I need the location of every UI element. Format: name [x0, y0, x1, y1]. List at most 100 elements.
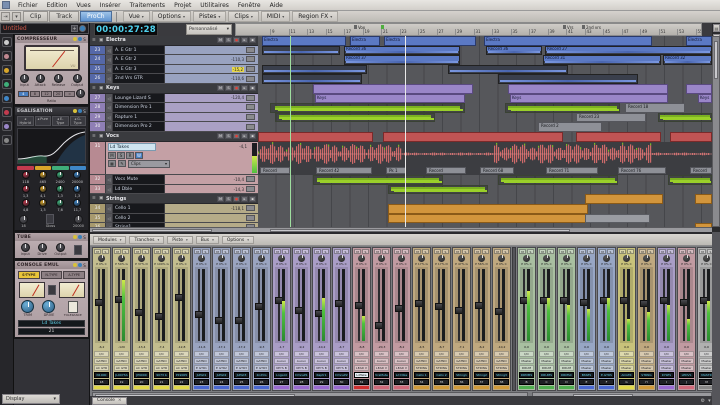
clip-record-2[interactable]: Record 2 — [538, 122, 602, 132]
channel-strip-26[interactable]: MS P 0% C -9,3 I/O GATNO E GTR3 2ndVG 26 — [252, 247, 271, 391]
menu-item-traitements[interactable]: Traitements — [126, 1, 169, 10]
io-button[interactable]: I/O — [619, 351, 634, 357]
clip[interactable] — [275, 112, 435, 123]
timeline-marker[interactable]: Vox — [354, 24, 365, 30]
scrollbar-thumb[interactable] — [714, 41, 718, 79]
fx-button[interactable] — [246, 94, 255, 101]
output-slot[interactable]: AC GTR — [114, 365, 129, 371]
folder-row-electra[interactable]: ≡ ▣ Electra M S ● ▸ ▪ — [90, 36, 258, 46]
io-button[interactable]: I/O — [699, 351, 712, 357]
mute-button[interactable]: M — [639, 249, 646, 254]
mute-button[interactable]: M — [354, 249, 361, 254]
insert-slot[interactable]: Aucun — [294, 358, 309, 364]
clip[interactable] — [695, 194, 712, 204]
insert-slot[interactable]: Aucun — [374, 358, 389, 364]
clip-keys[interactable]: Keys — [510, 93, 668, 104]
fader[interactable] — [455, 267, 468, 343]
insert-slot[interactable]: GATNO — [154, 358, 169, 364]
folder-row-vocs[interactable]: ≡ ▣ Vocs M S ● ▸ ▪ — [90, 131, 258, 142]
fader[interactable] — [235, 267, 248, 343]
compressor-knob-output[interactable]: Output — [71, 74, 83, 87]
solo-button[interactable]: S — [225, 195, 232, 202]
archive-button[interactable]: ▸ — [241, 85, 248, 92]
io-button[interactable]: I/O — [539, 351, 554, 357]
track-row-32[interactable]: 32 ◁ Vocs Mute -10,4 — [90, 175, 258, 185]
bus-strip-C[interactable]: MS P 0% C 0,0 I/O Master DRUM DRUMS C — [537, 247, 556, 391]
clip[interactable] — [508, 84, 668, 94]
pan-knob[interactable] — [358, 255, 365, 262]
fader[interactable] — [560, 267, 573, 343]
insert-slot[interactable]: Aucun — [354, 358, 369, 364]
mute-button[interactable]: M — [394, 249, 401, 254]
mute-button[interactable]: M — [174, 249, 181, 254]
bus-strip-D[interactable]: MS P 0% C 0,0 I/O Master DRUM DRMSC D — [557, 247, 576, 391]
clip-electra[interactable]: Electra — [262, 36, 346, 46]
io-button[interactable]: I/O — [234, 351, 249, 357]
io-button[interactable]: I/O — [254, 351, 269, 357]
bus-strip-I[interactable]: MSP 0% C 0,0 I/O Master Master KYSES I — [657, 247, 676, 391]
insert-slot[interactable]: GATNO — [194, 358, 209, 364]
insert-slot[interactable]: Master — [539, 358, 554, 364]
eq-icon[interactable] — [1, 51, 12, 61]
eq-freq-knob-hmf[interactable]: 2400 — [52, 171, 69, 184]
output-slot[interactable]: KEYS B — [294, 365, 309, 371]
solo-button[interactable]: S — [647, 249, 654, 254]
gloss-switch[interactable]: Gloss — [46, 214, 55, 228]
clip[interactable] — [498, 74, 638, 84]
track-row-24[interactable]: 24 ◁ A. E Gtr 2 -110,3 — [90, 55, 258, 65]
eq-q-knob-lmf[interactable]: 4,1 — [34, 185, 51, 198]
clip[interactable] — [498, 175, 618, 185]
io-button[interactable]: I/O — [274, 351, 289, 357]
display-selector[interactable]: Display ▾ — [2, 394, 60, 404]
bus-strip-J[interactable]: MSP 0% C 0,0 I/O Master Master LEDVS J — [677, 247, 696, 391]
fader[interactable] — [520, 267, 533, 343]
io-button[interactable]: I/O — [659, 351, 674, 357]
fader[interactable] — [700, 267, 712, 343]
io-button[interactable]: I/O — [194, 351, 209, 357]
io-button[interactable]: I/O — [214, 351, 229, 357]
fx-button[interactable] — [246, 214, 255, 221]
freeze-button[interactable]: ▪ — [249, 37, 256, 44]
pan-knob[interactable] — [543, 255, 550, 262]
io-button[interactable]: I/O — [474, 351, 489, 357]
clip[interactable] — [383, 132, 563, 142]
insert-slot[interactable]: Master — [699, 358, 712, 364]
console-type-button-a-type[interactable]: A-TYPE — [63, 271, 86, 279]
solo-icon[interactable]: S — [83, 263, 86, 268]
mute-button[interactable]: M — [114, 249, 121, 254]
insert-slot[interactable]: Aucun — [334, 358, 349, 364]
solo-button[interactable]: S — [667, 249, 674, 254]
take-lane-clip-record[interactable]: Record — [426, 166, 466, 174]
output-slot[interactable]: AC GTR — [134, 365, 149, 371]
output-slot[interactable]: Master — [619, 365, 634, 371]
eq-gain-knob-lmf[interactable]: 1,3 — [34, 199, 51, 212]
ratio-button-20[interactable]: 20 — [52, 90, 64, 97]
insert-slot[interactable]: Aucun — [394, 358, 409, 364]
solo-button[interactable]: S — [382, 249, 389, 254]
insert-slot[interactable]: Aucun — [274, 358, 289, 364]
trackview-menu-options[interactable]: Options ▾ — [151, 11, 191, 22]
track-row-30[interactable]: 30 ◁ Dimension Pro 2 — [90, 122, 258, 132]
insert-slot[interactable]: GATNO — [454, 358, 469, 364]
freeze-button[interactable]: ▪ — [249, 133, 256, 140]
io-button[interactable]: I/O — [174, 351, 189, 357]
fader[interactable] — [95, 267, 108, 343]
trackview-menu-midi[interactable]: MIDI ▾ — [260, 11, 291, 22]
channel-strip-28[interactable]: MS P 0% C -9,2 I/O Aucun KEYS B DmnsP1 28 — [292, 247, 311, 391]
fader[interactable] — [295, 267, 308, 343]
pan-knob[interactable] — [278, 255, 285, 262]
timeline-marker[interactable]: 2nd vrs — [582, 24, 601, 30]
display-preset-dropdown[interactable]: Personnalisé ▾ — [186, 24, 232, 35]
insert-slot[interactable]: Aucun — [314, 358, 329, 364]
mute-button[interactable]: M — [559, 249, 566, 254]
eq-q-knob-hmf[interactable]: 1,3 — [52, 185, 69, 198]
output-slot[interactable]: AC GTR — [154, 365, 169, 371]
solo-button[interactable]: S — [242, 249, 249, 254]
channel-strip-24[interactable]: MS P 0% C -17,1 I/O GATNO E GTR2 JLEGt2 24 — [212, 247, 231, 391]
output-slot[interactable]: DRUM — [559, 365, 574, 371]
solo-button[interactable]: S — [225, 37, 232, 44]
insert-slot[interactable]: Master — [659, 358, 674, 364]
solo-button[interactable]: S — [225, 133, 232, 140]
mute-button[interactable]: M — [579, 249, 586, 254]
record-button[interactable]: ● — [233, 37, 240, 44]
